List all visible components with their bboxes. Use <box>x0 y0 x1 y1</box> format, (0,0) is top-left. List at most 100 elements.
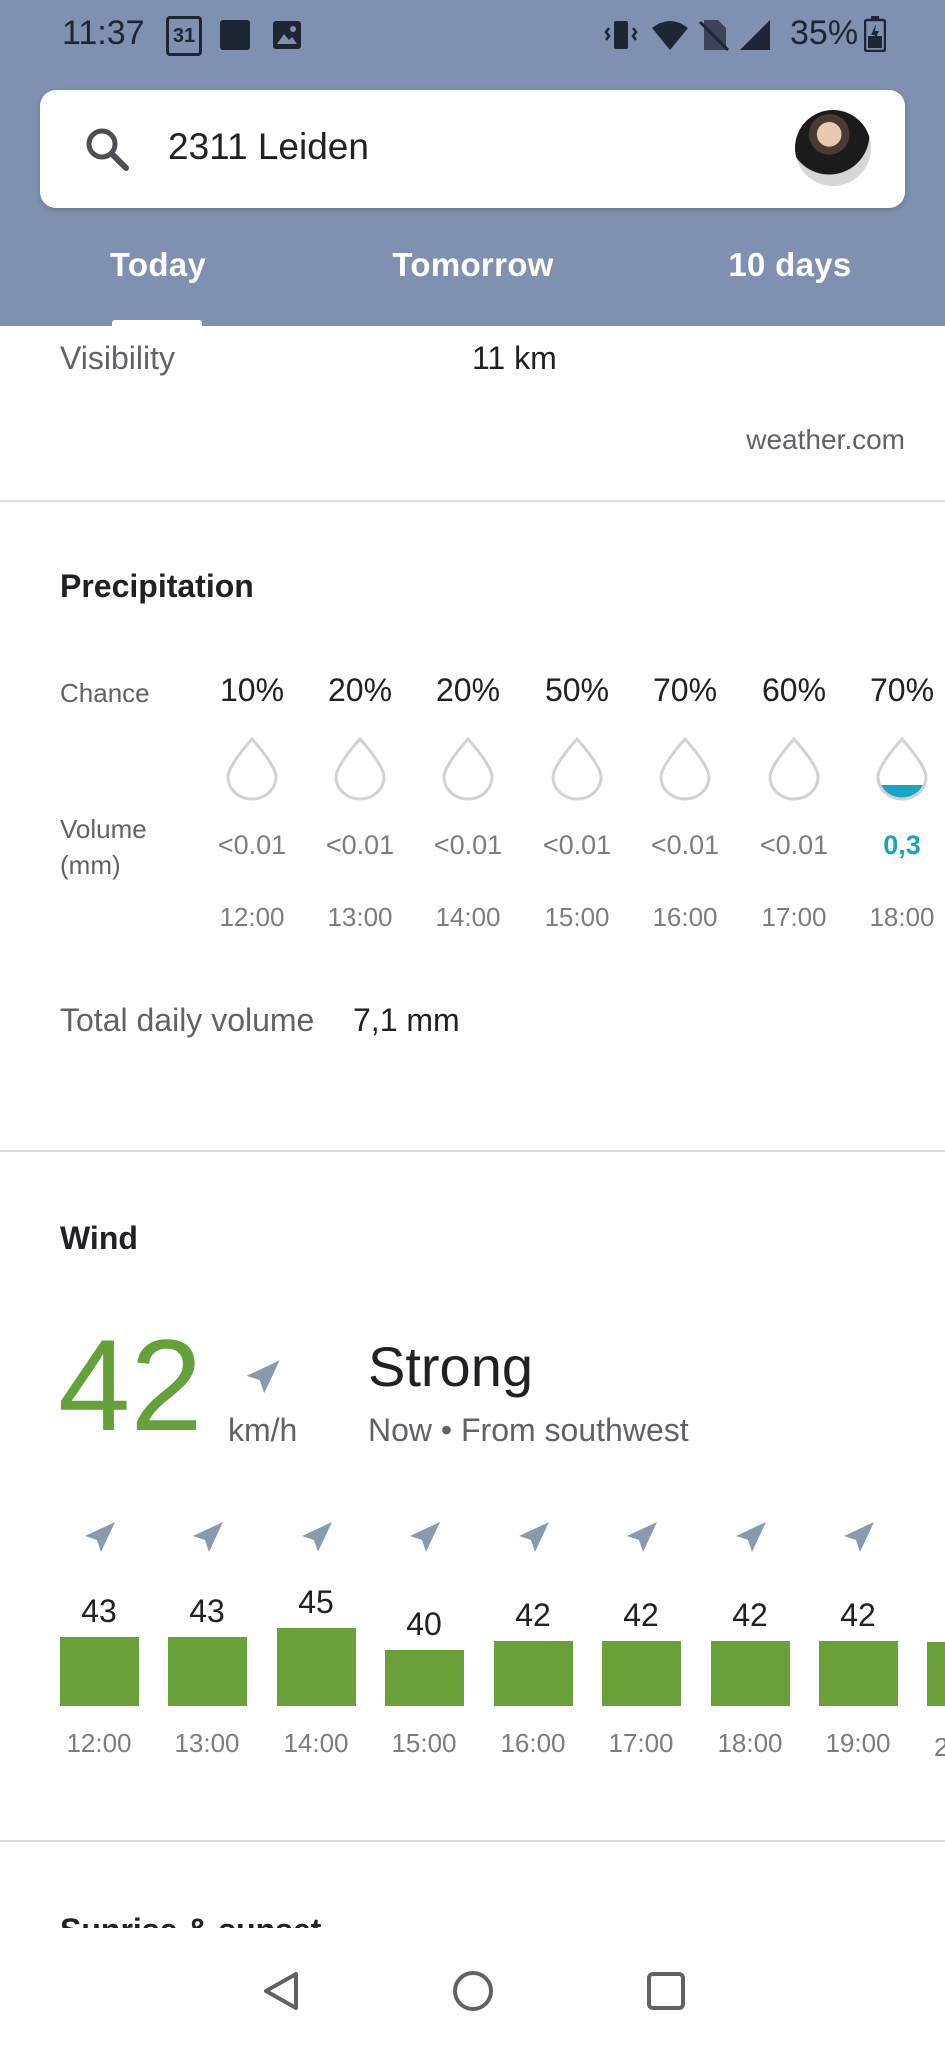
raindrop-icon <box>222 735 282 801</box>
wind-speed-value: 42 <box>840 1597 876 1633</box>
divider <box>0 500 945 502</box>
chance-label: Chance <box>60 678 150 708</box>
wind-speed-current: 42 <box>58 1312 203 1458</box>
calendar-icon: 31 <box>166 16 202 56</box>
account-avatar[interactable] <box>795 110 871 186</box>
wind-subtitle: Now • From southwest <box>368 1412 689 1448</box>
visibility-label: Visibility <box>60 340 175 376</box>
precip-chance: 10% <box>219 672 285 708</box>
battery-icon <box>863 16 887 53</box>
wind-time: 12:00 <box>66 1728 132 1758</box>
wind-time: 17:00 <box>608 1728 674 1758</box>
vibrate-icon <box>604 18 638 52</box>
wind-direction-icon <box>404 1518 444 1558</box>
volume-label: Volume <box>60 814 147 844</box>
wind-time: 13:00 <box>174 1728 240 1758</box>
precip-time: 16:00 <box>652 902 718 932</box>
precip-volume: <0.01 <box>325 830 395 860</box>
precip-time: 18:00 <box>869 902 935 932</box>
precip-time: 13:00 <box>327 902 393 932</box>
signal-icon <box>738 18 772 52</box>
wind-bar <box>60 1637 139 1706</box>
image-icon <box>272 20 302 50</box>
wind-bar <box>385 1650 464 1706</box>
precip-time: 14:00 <box>435 902 501 932</box>
wind-direction-icon <box>730 1518 770 1558</box>
wind-direction-icon <box>513 1518 553 1558</box>
wind-bar <box>602 1641 681 1706</box>
wind-title: Wind <box>60 1220 138 1256</box>
wind-bar <box>819 1641 898 1706</box>
precip-volume: <0.01 <box>217 830 287 860</box>
system-nav-bar <box>0 1928 945 2048</box>
wind-speed-value: 43 <box>189 1593 225 1629</box>
precip-chance: 70% <box>652 672 718 708</box>
wind-speed-value: 40 <box>406 1606 442 1642</box>
wind-unit: km/h <box>228 1412 298 1448</box>
sunrise-title-clip: Sunrise & sunset <box>0 1900 945 1928</box>
wind-direction-icon <box>187 1518 227 1558</box>
raindrop-icon <box>655 735 715 801</box>
visibility-value: 11 km <box>472 340 557 376</box>
raindrop-icon <box>764 735 824 801</box>
sunrise-title: Sunrise & sunset <box>60 1912 321 1928</box>
search-icon[interactable] <box>84 126 130 172</box>
active-tab-indicator <box>112 320 202 326</box>
volume-unit-label: (mm) <box>60 850 121 880</box>
divider <box>0 1840 945 1842</box>
wind-speed-value: 45 <box>298 1584 334 1620</box>
sonos-icon <box>220 20 250 50</box>
precip-volume: <0.01 <box>433 830 503 860</box>
wind-time: 18:00 <box>717 1728 783 1758</box>
divider <box>0 1150 945 1152</box>
wind-speed-value: 42 <box>732 1597 768 1633</box>
battery-percent: 35% <box>790 14 859 52</box>
wind-bar <box>494 1641 573 1706</box>
wind-direction-icon <box>240 1356 284 1400</box>
wind-description: Strong <box>368 1335 533 1398</box>
precip-time: 12:00 <box>219 902 285 932</box>
raindrop-icon <box>438 735 498 801</box>
precip-time: 15:00 <box>544 902 610 932</box>
wind-time: 19:00 <box>825 1728 891 1758</box>
wind-bar <box>711 1641 790 1706</box>
wind-time: 14:00 <box>283 1728 349 1758</box>
wind-bar-partial <box>927 1642 945 1706</box>
wind-direction-icon <box>838 1518 878 1558</box>
precip-volume: 0,3 <box>883 830 921 860</box>
wifi-icon <box>650 18 690 52</box>
wind-time: 16:00 <box>500 1728 566 1758</box>
precip-chance: 60% <box>761 672 827 708</box>
recents-icon[interactable] <box>643 1968 689 2014</box>
total-volume-value: 7,1 mm <box>353 1002 460 1038</box>
precip-volume: <0.01 <box>650 830 720 860</box>
wind-speed-value: 42 <box>515 1597 551 1633</box>
precip-chance: 70% <box>869 672 935 708</box>
source-link[interactable]: weather.com <box>746 424 905 456</box>
home-icon[interactable] <box>450 1968 496 2014</box>
tab-today[interactable]: Today <box>88 246 228 284</box>
wind-time-partial: 2 <box>934 1732 945 1762</box>
raindrop-icon <box>330 735 390 801</box>
no-sim-icon <box>698 18 730 52</box>
precip-chance: 20% <box>327 672 393 708</box>
wind-speed-value: 43 <box>81 1593 117 1629</box>
precipitation-title: Precipitation <box>60 568 254 604</box>
precip-volume: <0.01 <box>759 830 829 860</box>
total-volume-label: Total daily volume <box>60 1002 315 1038</box>
precip-chance: 20% <box>435 672 501 708</box>
tab-10-days[interactable]: 10 days <box>710 246 870 284</box>
raindrop-icon <box>547 735 607 801</box>
status-time: 11:37 <box>62 14 145 52</box>
tab-tomorrow[interactable]: Tomorrow <box>368 246 578 284</box>
search-query[interactable]: 2311 Leiden <box>168 126 369 168</box>
precip-time: 17:00 <box>761 902 827 932</box>
raindrop-icon <box>872 735 932 801</box>
wind-time: 15:00 <box>391 1728 457 1758</box>
wind-bar <box>277 1628 356 1706</box>
app-header: 11:37 31 35% 2311 Leiden Today Tomorrow … <box>0 0 945 326</box>
precip-volume: <0.01 <box>542 830 612 860</box>
back-icon[interactable] <box>258 1968 304 2014</box>
precip-chance: 50% <box>544 672 610 708</box>
search-bar[interactable]: 2311 Leiden <box>40 90 905 208</box>
